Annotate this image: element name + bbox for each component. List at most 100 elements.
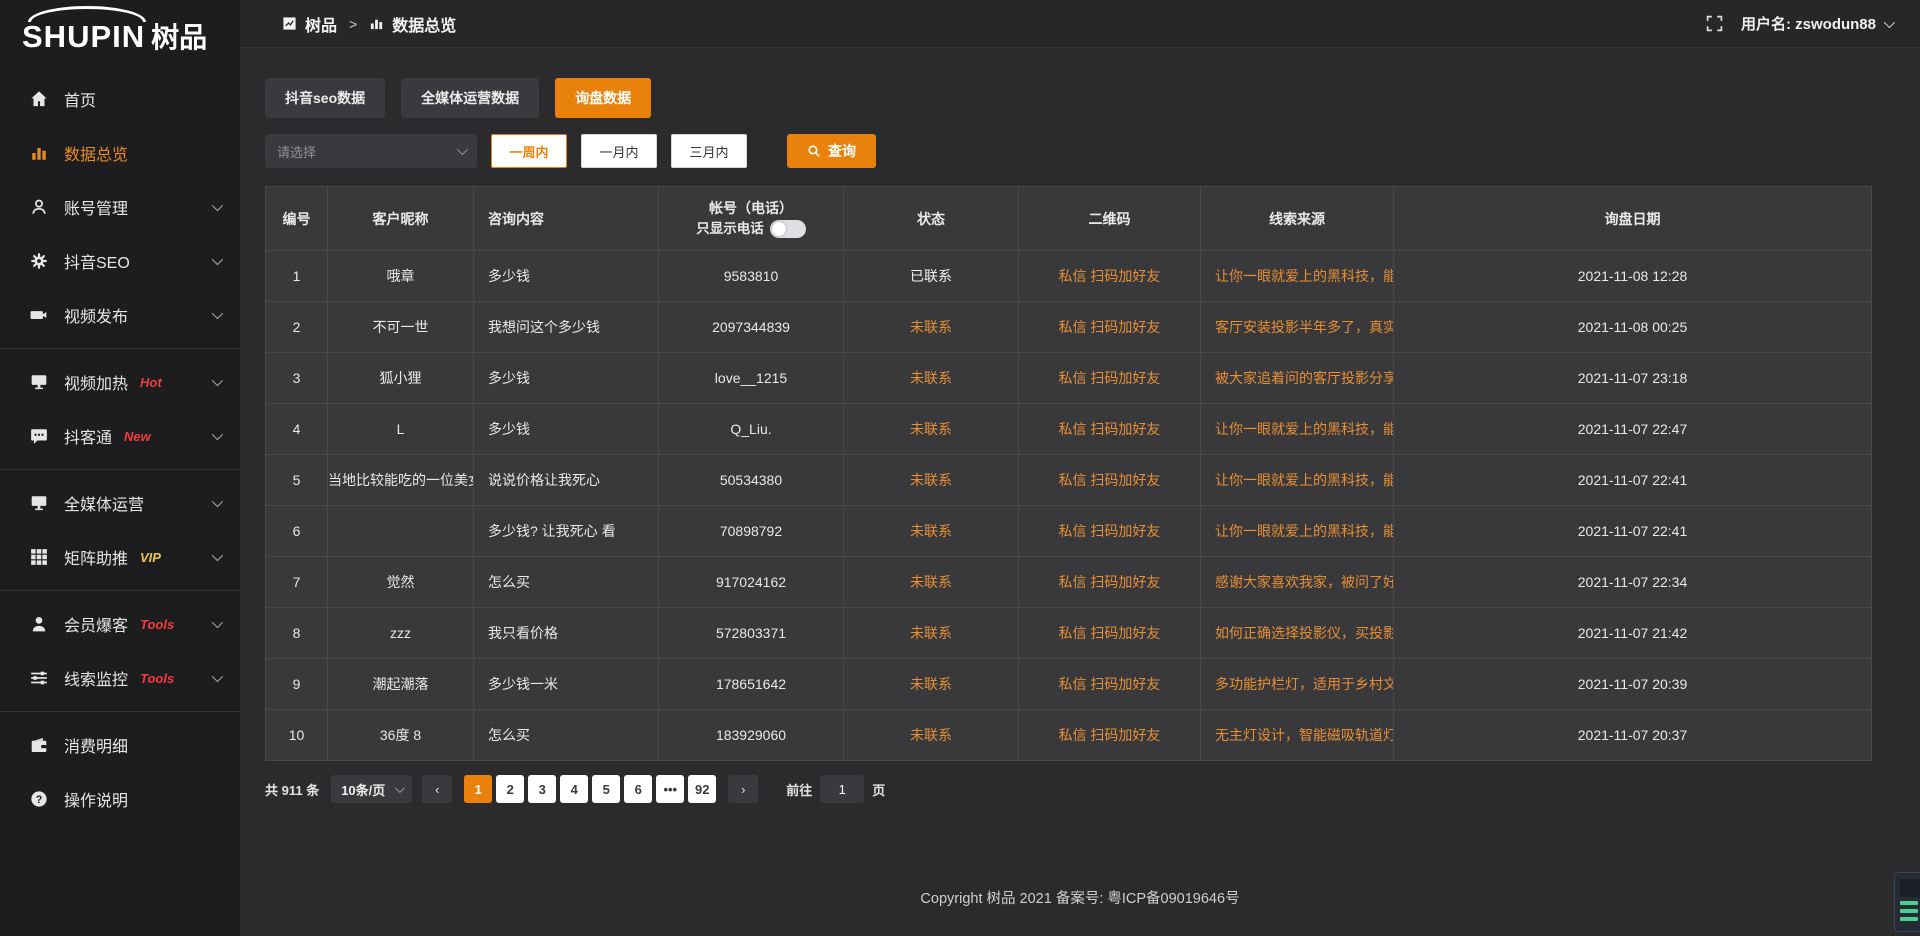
cell-qrcode-link[interactable]: 私信 扫码加好友 — [1019, 506, 1201, 557]
cell-qrcode-link[interactable]: 私信 扫码加好友 — [1019, 404, 1201, 455]
cell-qrcode-link[interactable]: 私信 扫码加好友 — [1019, 659, 1201, 710]
wallet-icon — [30, 736, 48, 754]
chevron-down-icon — [212, 550, 223, 561]
sidebar-item-consumption-detail[interactable]: 消费明细 — [0, 718, 240, 772]
table-row: 9潮起潮落多少钱一米178651642未联系私信 扫码加好友多功能护栏灯，适用于… — [266, 659, 1872, 710]
sidebar-item-data-overview[interactable]: 数据总览 — [0, 126, 240, 180]
cell-qrcode-link[interactable]: 私信 扫码加好友 — [1019, 710, 1201, 761]
logo-text-en: SHUPIN — [22, 19, 145, 54]
footer: Copyright 树品 2021 备案号: 粤ICP备09019646号 — [240, 858, 1920, 936]
cell-source-link[interactable]: 感谢大家喜欢我家，被问了好... — [1201, 557, 1394, 608]
cell-qrcode-link[interactable]: 私信 扫码加好友 — [1019, 251, 1201, 302]
col-account-label: 帐号（电话） — [659, 198, 843, 219]
page-button-5[interactable]: 5 — [592, 775, 620, 803]
sidebar-item-douyin-seo[interactable]: 抖音SEO — [0, 234, 240, 288]
page-ellipsis-button[interactable]: ••• — [656, 775, 684, 803]
cell-source-link[interactable]: 让你一眼就爱上的黑科技，能... — [1201, 455, 1394, 506]
cell-source-link[interactable]: 如何正确选择投影仪，买投影... — [1201, 608, 1394, 659]
sidebar-nav: 首页数据总览账号管理抖音SEO 视频发布视频加热Hot抖客通New 全媒体运营矩阵助… — [0, 72, 240, 826]
page-button-4[interactable]: 4 — [560, 775, 588, 803]
cell-date: 2021-11-07 20:39 — [1394, 659, 1872, 710]
cell-date: 2021-11-07 23:18 — [1394, 353, 1872, 404]
col-nickname: 客户昵称 — [328, 187, 474, 251]
goto-page-input[interactable] — [820, 775, 864, 803]
sidebar-item-video-publish[interactable]: 视频发布 — [0, 288, 240, 342]
sidebar-item-matrix-boost[interactable]: 矩阵助推VIP — [0, 530, 240, 584]
cell-nickname: 觉然 — [328, 557, 474, 608]
cell-source-link[interactable]: 客厅安装投影半年多了，真实... — [1201, 302, 1394, 353]
cell-qrcode-link[interactable]: 私信 扫码加好友 — [1019, 353, 1201, 404]
cell-status: 未联系 — [844, 608, 1019, 659]
user-menu[interactable]: 用户名: zswodun88 — [1741, 13, 1892, 34]
sidebar-item-all-media-operation[interactable]: 全媒体运营 — [0, 476, 240, 530]
prev-page-button[interactable]: ‹ — [422, 775, 452, 803]
chat-icon — [30, 427, 48, 445]
page-button-92[interactable]: 92 — [688, 775, 716, 803]
cell-qrcode-link[interactable]: 私信 扫码加好友 — [1019, 557, 1201, 608]
sidebar-item-home[interactable]: 首页 — [0, 72, 240, 126]
range-button-one-week[interactable]: 一周内 — [491, 134, 567, 168]
cell-qrcode-link[interactable]: 私信 扫码加好友 — [1019, 302, 1201, 353]
sidebar-item-douketong[interactable]: 抖客通New — [0, 409, 240, 463]
cell-nickname: 狐小狸 — [328, 353, 474, 404]
filter-select[interactable]: 请选择 — [265, 134, 477, 168]
sidebar-item-video-heat[interactable]: 视频加热Hot — [0, 355, 240, 409]
tab-douyin-seo-data[interactable]: 抖音seo数据 — [265, 78, 385, 118]
cell-source-link[interactable]: 被大家追着问的客厅投影分享... — [1201, 353, 1394, 404]
sidebar-item-account-management[interactable]: 账号管理 — [0, 180, 240, 234]
cell-source-link[interactable]: 让你一眼就爱上的黑科技，能... — [1201, 506, 1394, 557]
page-button-2[interactable]: 2 — [496, 775, 524, 803]
page-button-6[interactable]: 6 — [624, 775, 652, 803]
widget-bar — [1900, 909, 1918, 913]
cell-id: 4 — [266, 404, 328, 455]
logo: SHUPIN树品 — [0, 0, 240, 58]
fullscreen-icon[interactable] — [1706, 15, 1723, 32]
cell-source-link[interactable]: 无主灯设计，智能磁吸轨道灯... — [1201, 710, 1394, 761]
breadcrumb-root[interactable]: 树品 — [305, 12, 337, 36]
table-row: 1哦章多少钱9583810已联系私信 扫码加好友让你一眼就爱上的黑科技，能...… — [266, 251, 1872, 302]
page-size-select[interactable]: 10条/页 — [331, 775, 412, 803]
badge-tools: Tools — [140, 617, 174, 632]
sidebar-divider — [0, 590, 240, 591]
cell-date: 2021-11-07 20:37 — [1394, 710, 1872, 761]
cell-qrcode-link[interactable]: 私信 扫码加好友 — [1019, 608, 1201, 659]
cell-status: 未联系 — [844, 404, 1019, 455]
chevron-down-icon — [212, 308, 223, 319]
cell-source-link[interactable]: 让你一眼就爱上的黑科技，能... — [1201, 251, 1394, 302]
cell-date: 2021-11-07 22:41 — [1394, 506, 1872, 557]
sidebar-item-clue-monitor[interactable]: 线索监控Tools — [0, 651, 240, 705]
page-size-label: 10条/页 — [341, 780, 385, 799]
sidebar-item-operation-guide[interactable]: ?操作说明 — [0, 772, 240, 826]
breadcrumb-separator: > — [349, 16, 357, 32]
chevron-down-icon — [212, 496, 223, 507]
sidebar-item-member-baoke[interactable]: 会员爆客Tools — [0, 597, 240, 651]
cell-source-link[interactable]: 多功能护栏灯，适用于乡村文... — [1201, 659, 1394, 710]
cell-nickname — [328, 506, 474, 557]
phone-only-toggle[interactable] — [770, 220, 806, 238]
sidebar-item-label: 视频发布 — [64, 303, 128, 327]
chevron-down-icon — [212, 429, 223, 440]
page-button-3[interactable]: 3 — [528, 775, 556, 803]
cell-content: 我想问这个多少钱 — [474, 302, 659, 353]
page-button-1[interactable]: 1 — [464, 775, 492, 803]
range-button-one-month[interactable]: 一月内 — [581, 134, 657, 168]
tab-all-media-data[interactable]: 全媒体运营数据 — [401, 78, 539, 118]
query-button[interactable]: 查询 — [787, 134, 876, 168]
cell-id: 2 — [266, 302, 328, 353]
phone-toggle-label: 只显示电话 — [696, 219, 764, 239]
cell-qrcode-link[interactable]: 私信 扫码加好友 — [1019, 455, 1201, 506]
sidebar-item-label: 账号管理 — [64, 195, 128, 219]
table-row: 4L多少钱Q_Liu.未联系私信 扫码加好友让你一眼就爱上的黑科技，能...20… — [266, 404, 1872, 455]
floating-widget[interactable] — [1894, 872, 1920, 932]
cell-date: 2021-11-08 00:25 — [1394, 302, 1872, 353]
cell-account: 183929060 — [659, 710, 844, 761]
cell-source-link[interactable]: 让你一眼就爱上的黑科技，能... — [1201, 404, 1394, 455]
bar-chart-icon — [30, 144, 48, 162]
widget-screen — [1900, 879, 1920, 897]
question-icon: ? — [30, 790, 48, 808]
tab-inquiry-data[interactable]: 询盘数据 — [555, 78, 651, 118]
badge-hot: Hot — [140, 375, 162, 390]
range-button-three-months[interactable]: 三月内 — [671, 134, 747, 168]
next-page-button[interactable]: › — [728, 775, 758, 803]
widget-bar — [1900, 901, 1918, 905]
